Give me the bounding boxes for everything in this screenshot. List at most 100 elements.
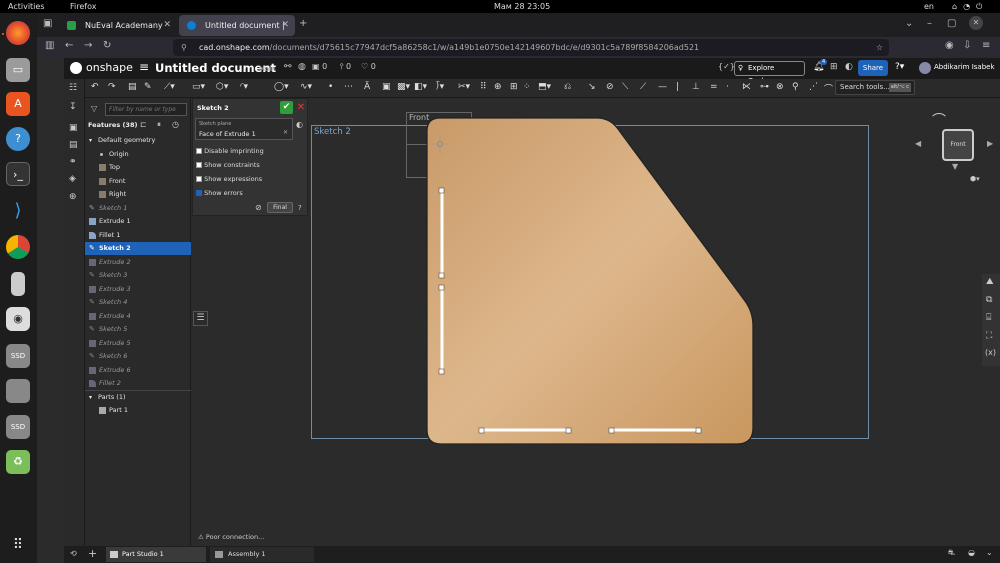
document-tabs-icon[interactable]: ⟲ bbox=[70, 549, 77, 558]
checkbox[interactable] bbox=[196, 176, 202, 182]
menu-icon[interactable]: ≡ bbox=[982, 40, 990, 51]
feature-item-fillet-2[interactable]: Fillet 2 bbox=[85, 377, 191, 390]
tab-overview-icon[interactable]: ▣ bbox=[43, 18, 52, 29]
trim-tool-icon[interactable]: ✂▾ bbox=[458, 82, 470, 92]
feature-item-top[interactable]: Top bbox=[85, 161, 191, 174]
input-language[interactable]: en bbox=[924, 0, 934, 13]
option-show-errors[interactable]: Show errors bbox=[196, 189, 243, 197]
mass-properties-icon[interactable]: ⌸ bbox=[986, 313, 991, 323]
checkbox[interactable] bbox=[196, 148, 202, 154]
feature-list-icon[interactable]: ☷ bbox=[69, 83, 77, 93]
text-tool-icon[interactable]: Ä bbox=[364, 82, 370, 92]
feature-item-extrude-6[interactable]: Extrude 6 bbox=[85, 364, 191, 377]
forward-icon[interactable]: → bbox=[84, 40, 92, 51]
clear-selection-icon[interactable]: ✕ bbox=[283, 129, 288, 136]
ssd-drive-icon[interactable]: SSD bbox=[6, 344, 30, 368]
feature-item-extrude-2[interactable]: Extrude 2 bbox=[85, 256, 191, 269]
feature-item-sketch-3[interactable]: ✎ Sketch 3 bbox=[85, 269, 191, 282]
fillet-tool-icon[interactable]: ▩▾ bbox=[397, 82, 410, 92]
user-name[interactable]: Abdikarim Isabek bbox=[934, 63, 995, 71]
point-tool-icon[interactable]: • bbox=[328, 82, 333, 92]
close-tab-icon[interactable]: ✕ bbox=[281, 15, 289, 36]
account-icon[interactable]: ◉ bbox=[945, 40, 954, 51]
checkbox-checked[interactable] bbox=[196, 190, 202, 196]
option-disable-imprinting[interactable]: Disable imprinting bbox=[196, 147, 264, 155]
tab-part-studio-1[interactable]: Part Studio 1 bbox=[106, 547, 206, 562]
close-tab-icon[interactable]: ✕ bbox=[163, 15, 171, 36]
parallel-icon[interactable]: ⟍ bbox=[622, 82, 628, 92]
more-constraints-icon[interactable]: ⌒ bbox=[824, 82, 833, 95]
insert-tab-icon[interactable]: + bbox=[88, 547, 97, 560]
final-button[interactable]: Final bbox=[267, 202, 293, 213]
sketch-plane-field[interactable]: Sketch plane Face of Extrude 1 ✕ bbox=[195, 118, 293, 140]
document-count[interactable]: ▣ 0 bbox=[312, 62, 327, 71]
tab-onshape[interactable]: Untitled document | Part ✕ bbox=[179, 15, 295, 51]
minimize-icon[interactable]: – bbox=[927, 18, 932, 29]
reload-icon[interactable]: ↻ bbox=[103, 40, 111, 51]
view-cube-face[interactable]: Front bbox=[942, 129, 974, 161]
redo-icon[interactable]: ↷ bbox=[108, 82, 116, 92]
screenshot-icon[interactable]: ◉ bbox=[6, 307, 30, 331]
clock[interactable]: Мам 28 23:05 bbox=[494, 0, 550, 13]
view-menu-icon[interactable]: ⬢▾ bbox=[970, 175, 980, 183]
version-count[interactable]: ⫯ 0 bbox=[340, 62, 351, 72]
history-icon[interactable]: ◷ bbox=[172, 120, 179, 129]
terminal-icon[interactable]: ›_ bbox=[6, 162, 30, 186]
graphics-viewport[interactable]: Sketch 2 Front ⌒ Front ◀ ▶ ▼ ⬢▾ ⛰ ⧉ ⌸ ⛶ … bbox=[198, 98, 1000, 546]
feature-item-extrude-1[interactable]: Extrude 1 bbox=[85, 215, 191, 228]
part-item[interactable]: Part 1 bbox=[85, 404, 191, 417]
chevron-icon[interactable]: ⌄ bbox=[986, 548, 993, 557]
avatar[interactable] bbox=[919, 62, 931, 74]
parts-header[interactable]: ▾ Parts (1) bbox=[85, 391, 191, 404]
show-apps-icon[interactable]: ⠿ bbox=[6, 533, 30, 557]
view-cube[interactable]: ⌒ Front ◀ ▶ ▼ ⬢▾ bbox=[915, 110, 993, 185]
feature-item-sketch-4[interactable]: ✎ Sketch 4 bbox=[85, 296, 191, 309]
accept-checkmark-button[interactable]: ✔ bbox=[280, 101, 293, 114]
vertical-icon[interactable]: | bbox=[676, 82, 679, 92]
visibility-icon[interactable]: ◒ bbox=[968, 548, 975, 557]
tangent-icon[interactable]: ⟋ bbox=[640, 82, 646, 92]
pattern-tool-icon[interactable]: ⠿ bbox=[480, 82, 487, 92]
learning-center-icon[interactable]: ◐ bbox=[845, 62, 853, 72]
normal-icon[interactable]: ⋉ bbox=[742, 82, 751, 92]
sketch-tool-icon[interactable]: ✎ bbox=[144, 82, 152, 92]
feature-item-sketch-1[interactable]: ✎ Sketch 1 bbox=[85, 202, 191, 215]
back-icon[interactable]: ← bbox=[65, 40, 73, 51]
checkbox[interactable] bbox=[196, 162, 202, 168]
help-icon[interactable]: ?▾ bbox=[895, 62, 904, 72]
app-center-icon[interactable]: A bbox=[6, 92, 30, 116]
hamburger-menu-icon[interactable]: ≡ bbox=[139, 60, 149, 74]
circle-tool-icon[interactable]: ◯▾ bbox=[274, 82, 289, 92]
rotate-arc-icon[interactable]: ⌒ bbox=[932, 110, 946, 130]
variables-panel-icon[interactable]: (x) bbox=[985, 348, 996, 357]
line-tool-icon[interactable]: ⟋▾ bbox=[164, 82, 175, 92]
app-store-icon[interactable]: ⊞ bbox=[830, 62, 838, 72]
midpoint-icon[interactable]: · bbox=[726, 82, 729, 92]
image-tool-icon[interactable]: ▣ bbox=[382, 82, 391, 92]
url-bar[interactable]: ⚲ cad.onshape.com/documents/d75615c77947… bbox=[173, 39, 889, 56]
feature-item-origin[interactable]: Origin bbox=[85, 148, 191, 161]
like-count[interactable]: ♡ 0 bbox=[361, 62, 376, 71]
tab-nueval[interactable]: NuEval Academany ✕ bbox=[59, 15, 177, 36]
help-icon[interactable]: ? bbox=[6, 127, 30, 151]
maximize-icon[interactable]: ▢ bbox=[947, 18, 956, 29]
feature-item-default-geometry[interactable]: ▾ Default geometry bbox=[85, 134, 191, 147]
explore-onshape-button[interactable]: ♀Explore Onshape bbox=[734, 61, 805, 85]
rectangle-tool-icon[interactable]: ▭▾ bbox=[192, 82, 205, 92]
cancel-x-button[interactable]: ✕ bbox=[295, 101, 307, 114]
feature-item-extrude-3[interactable]: Extrude 3 bbox=[85, 283, 191, 296]
feature-item-front[interactable]: Front bbox=[85, 175, 191, 188]
ssd-drive-icon[interactable]: SSD bbox=[6, 415, 30, 439]
feature-item-extrude-4[interactable]: Extrude 4 bbox=[85, 310, 191, 323]
rotate-down-icon[interactable]: ▼ bbox=[952, 162, 958, 171]
code-icon[interactable]: {✓} bbox=[718, 62, 735, 71]
horizontal-icon[interactable]: — bbox=[658, 82, 667, 92]
branch-label[interactable]: Main bbox=[259, 65, 276, 73]
undo-icon[interactable]: ↶ bbox=[91, 82, 99, 92]
close-window-icon[interactable]: ✕ bbox=[969, 16, 983, 30]
trash-icon[interactable]: ♻ bbox=[6, 450, 30, 474]
help-icon[interactable]: ? bbox=[298, 204, 302, 212]
phone-icon[interactable] bbox=[11, 272, 25, 296]
show-sketch-panel-icon[interactable]: ☰ bbox=[193, 311, 208, 326]
feature-item-right[interactable]: Right bbox=[85, 188, 191, 201]
